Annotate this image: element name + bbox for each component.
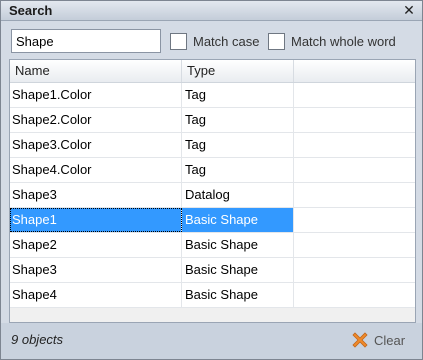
cell-filler xyxy=(294,208,415,232)
checkbox-box[interactable] xyxy=(170,32,187,50)
cell-name[interactable]: Shape1.Color xyxy=(10,83,182,107)
x-icon xyxy=(352,332,368,348)
table-row[interactable]: Shape2 Basic Shape xyxy=(10,233,415,258)
cell-filler xyxy=(294,258,415,282)
table-row[interactable]: Shape4.Color Tag xyxy=(10,158,415,183)
search-window: Search ✕ Match case Match whole word Nam… xyxy=(0,0,423,360)
cell-name[interactable]: Shape3 xyxy=(10,258,182,282)
column-header-filler xyxy=(294,60,415,82)
cell-filler xyxy=(294,83,415,107)
title-bar[interactable]: Search ✕ xyxy=(1,1,422,21)
cell-type[interactable]: Tag xyxy=(182,108,294,132)
cell-filler xyxy=(294,158,415,182)
search-bar: Match case Match whole word xyxy=(1,21,422,58)
grid-header: Name Type xyxy=(10,60,415,83)
cell-filler xyxy=(294,233,415,257)
close-icon[interactable]: ✕ xyxy=(402,2,416,18)
cell-name[interactable]: Shape1 xyxy=(10,208,182,232)
cell-filler xyxy=(294,283,415,307)
checkbox-box[interactable] xyxy=(268,32,285,50)
cell-filler xyxy=(294,108,415,132)
cell-type[interactable]: Basic Shape xyxy=(182,208,294,232)
cell-type[interactable]: Tag xyxy=(182,133,294,157)
cell-filler xyxy=(294,183,415,207)
column-header-type[interactable]: Type xyxy=(182,60,294,82)
cell-name[interactable]: Shape4.Color xyxy=(10,158,182,182)
table-row-selected[interactable]: Shape1 Basic Shape xyxy=(10,208,415,233)
cell-type[interactable]: Basic Shape xyxy=(182,258,294,282)
table-row[interactable]: Shape4 Basic Shape xyxy=(10,283,415,308)
table-row[interactable]: Shape3.Color Tag xyxy=(10,133,415,158)
clear-label: Clear xyxy=(374,332,406,348)
table-row[interactable]: Shape2.Color Tag xyxy=(10,108,415,133)
cell-type[interactable]: Tag xyxy=(182,83,294,107)
match-whole-word-checkbox[interactable]: Match whole word xyxy=(268,32,396,50)
table-row[interactable]: Shape3 Datalog xyxy=(10,183,415,208)
search-input[interactable] xyxy=(11,29,161,53)
cell-name[interactable]: Shape2.Color xyxy=(10,108,182,132)
grid-rows: Shape1.Color Tag Shape2.Color Tag Shape3… xyxy=(10,83,415,308)
results-grid: Name Type Shape1.Color Tag Shape2.Color … xyxy=(9,59,416,323)
match-case-checkbox[interactable]: Match case xyxy=(170,32,259,50)
window-title: Search xyxy=(9,3,53,18)
cell-type[interactable]: Datalog xyxy=(182,183,294,207)
cell-name[interactable]: Shape4 xyxy=(10,283,182,307)
object-count: 9 objects xyxy=(11,332,64,347)
cell-type[interactable]: Basic Shape xyxy=(182,233,294,257)
cell-filler xyxy=(294,133,415,157)
status-bar: 9 objects Clear xyxy=(1,323,422,359)
cell-name[interactable]: Shape3 xyxy=(10,183,182,207)
match-whole-word-label: Match whole word xyxy=(291,33,396,49)
cell-name[interactable]: Shape3.Color xyxy=(10,133,182,157)
cell-type[interactable]: Basic Shape xyxy=(182,283,294,307)
match-case-label: Match case xyxy=(193,33,260,49)
cell-name[interactable]: Shape2 xyxy=(10,233,182,257)
table-row[interactable]: Shape1.Color Tag xyxy=(10,83,415,108)
table-row[interactable]: Shape3 Basic Shape xyxy=(10,258,415,283)
cell-type[interactable]: Tag xyxy=(182,158,294,182)
clear-button[interactable]: Clear xyxy=(350,328,405,352)
column-header-name[interactable]: Name xyxy=(10,60,182,82)
